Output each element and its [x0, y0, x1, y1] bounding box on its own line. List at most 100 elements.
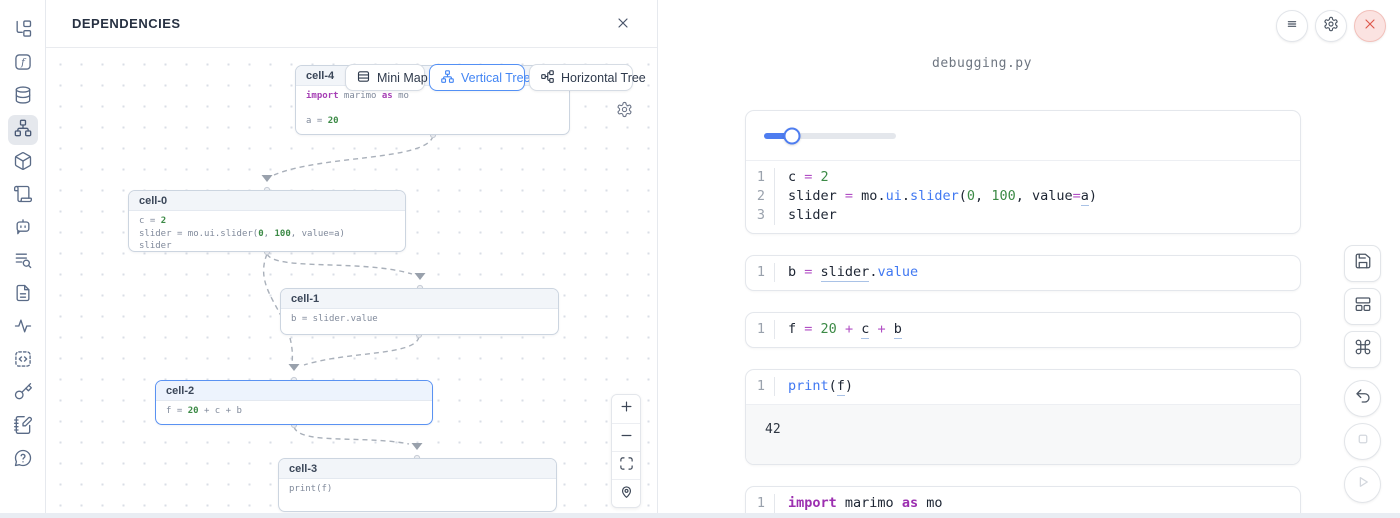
play-icon [1354, 473, 1372, 496]
sidebar-item-snippets[interactable] [8, 280, 38, 310]
graph-node-code: c = 2slider = mo.ui.slider(0, 100, value… [129, 211, 405, 252]
graph-settings-button[interactable] [616, 101, 634, 119]
locate-button[interactable] [612, 479, 640, 507]
database-icon [13, 85, 33, 110]
graph-node-cell-1[interactable]: cell-1b = slider.value [280, 288, 559, 335]
snippets-icon [13, 283, 33, 308]
line-number: 1 [746, 377, 774, 396]
slider-thumb[interactable] [783, 127, 800, 144]
plus-icon [619, 399, 634, 419]
graph-node-code: import marimo as mo a = 20 [296, 86, 569, 132]
slider-cell: 1c = 22slider = mo.ui.slider(0, 100, val… [745, 110, 1301, 234]
vertical-tree-icon [440, 69, 455, 87]
help-icon [13, 448, 33, 473]
notebook-side-actions [1344, 245, 1381, 503]
notebook-menu-button[interactable] [1276, 10, 1308, 42]
sidebar-item-ai-chat[interactable] [8, 214, 38, 244]
graph-node-code: print(f) [279, 479, 556, 500]
graph-node-code: f = 20 + c + b [156, 401, 432, 422]
graph-node-cell-2[interactable]: cell-2f = 20 + c + b [155, 380, 433, 425]
close-panel-button[interactable] [615, 15, 633, 33]
graph-node-title: cell-0 [129, 191, 405, 211]
run-all-button [1344, 466, 1381, 503]
zoom-out-button[interactable] [612, 423, 640, 451]
tracing-icon [13, 316, 33, 341]
edge-cell-4-to-cell-0 [274, 136, 433, 175]
cell-editor[interactable]: 1c = 22slider = mo.ui.slider(0, 100, val… [746, 161, 1300, 233]
sidebar-item-logs[interactable] [8, 247, 38, 277]
cell-editor[interactable]: 1b = slider.value [746, 256, 1300, 290]
cell-editor[interactable]: 1print(f) [746, 370, 1300, 404]
view-button-label: Vertical Tree [461, 71, 530, 85]
save-icon [1354, 252, 1372, 275]
sidebar-item-scratchpad[interactable] [8, 346, 38, 376]
code-line: b = slider.value [774, 263, 918, 282]
zoom-in-button[interactable] [612, 395, 640, 423]
code-line: c = 2 [774, 168, 829, 187]
code-line: f = 20 + c + b [774, 320, 902, 339]
rows-icon [356, 69, 371, 87]
save-button[interactable] [1344, 245, 1381, 282]
cell-editor[interactable]: 1f = 20 + c + b [746, 313, 1300, 347]
view-button-mini-map[interactable]: Mini Map [345, 64, 425, 91]
cell-output [746, 111, 1300, 161]
sidebar-item-tracing[interactable] [8, 313, 38, 343]
graph-node-cell-3[interactable]: cell-3print(f) [278, 458, 557, 512]
minus-icon [619, 428, 634, 448]
scratchpad-icon [13, 349, 33, 374]
key-icon [13, 382, 33, 407]
code-line: print(f) [774, 377, 853, 396]
dependency-graph-canvas[interactable]: cell-4import marimo as mo a = 20cell-0c … [46, 48, 658, 518]
b-cell: 1b = slider.value [745, 255, 1301, 291]
layout-icon [1354, 295, 1372, 318]
command-icon [1354, 338, 1372, 361]
stop-icon [1354, 430, 1372, 453]
dependencies-panel: DEPENDENCIES cell-4import marimo as mo a… [46, 0, 658, 518]
line-number: 1 [746, 263, 774, 282]
menu-icon [1284, 16, 1300, 37]
sidebar-item-notebook-notes[interactable] [8, 412, 38, 442]
bottom-scrollbar-track[interactable] [0, 513, 1400, 518]
graph-node-title: cell-2 [156, 381, 432, 401]
sidebar-item-dependency-graph[interactable] [8, 115, 38, 145]
notebook-pen-icon [13, 415, 33, 440]
notebook-cells: 1c = 22slider = mo.ui.slider(0, 100, val… [745, 110, 1301, 518]
scroll-icon [13, 184, 33, 209]
graph-node-cell-0[interactable]: cell-0c = 2slider = mo.ui.slider(0, 100,… [128, 190, 406, 252]
notebook-filename[interactable]: debugging.py [658, 56, 1306, 71]
line-number: 2 [746, 187, 774, 206]
function-icon: f [13, 52, 33, 77]
stop-kernel-button [1344, 423, 1381, 460]
shutdown-button[interactable] [1354, 10, 1386, 42]
notebook-top-actions [1276, 10, 1386, 42]
file-tree-icon [13, 19, 33, 44]
sidebar-item-packages[interactable] [8, 148, 38, 178]
fit-view-button[interactable] [612, 451, 640, 479]
sidebar-item-variables[interactable]: f [8, 49, 38, 79]
view-button-vertical-tree[interactable]: Vertical Tree [429, 64, 525, 91]
view-button-horizontal-tree[interactable]: Horizontal Tree [529, 64, 633, 91]
notebook-settings-button[interactable] [1315, 10, 1347, 42]
code-line: import marimo as mo [774, 494, 942, 513]
notebook-area: debugging.py 1c = 22slider = mo.ui.slide… [658, 0, 1400, 518]
keyboard-shortcuts-button[interactable] [1344, 331, 1381, 368]
f-cell: 1f = 20 + c + b [745, 312, 1301, 348]
slider-widget[interactable] [764, 127, 896, 144]
sidebar-item-secrets[interactable] [8, 379, 38, 409]
undo-icon [1354, 387, 1372, 410]
gear-icon [616, 105, 633, 122]
dependency-graph-icon [13, 118, 33, 143]
layout-toggle-button[interactable] [1344, 288, 1381, 325]
sidebar-item-help[interactable] [8, 445, 38, 475]
print-cell: 1print(f)42 [745, 369, 1301, 465]
sidebar-item-datasources[interactable] [8, 82, 38, 112]
undo-button[interactable] [1344, 380, 1381, 417]
line-number: 1 [746, 494, 774, 513]
code-line: slider [774, 206, 837, 225]
sidebar-item-file-explorer[interactable] [8, 16, 38, 46]
dependencies-panel-title: DEPENDENCIES [72, 16, 181, 31]
graph-node-title: cell-1 [281, 289, 558, 309]
view-button-label: Horizontal Tree [561, 71, 646, 85]
sidebar-item-documentation[interactable] [8, 181, 38, 211]
close-icon [615, 18, 631, 35]
